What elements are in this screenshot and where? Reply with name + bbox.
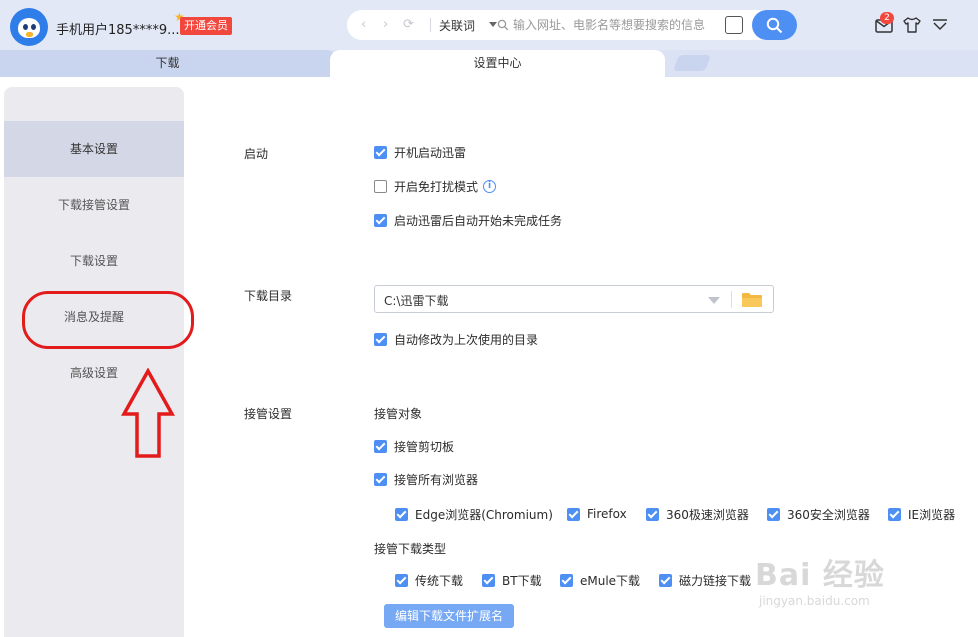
checkbox[interactable] xyxy=(374,145,387,159)
checkbox[interactable] xyxy=(374,439,387,453)
avatar[interactable] xyxy=(10,8,48,46)
divider xyxy=(731,291,732,308)
takeover-types-title: 接管下载类型 xyxy=(374,542,447,556)
tab-download[interactable]: 下载 xyxy=(0,50,335,77)
download-dir-label: 下载目录 xyxy=(244,289,293,303)
search-small-icon xyxy=(497,19,509,31)
checkbox[interactable] xyxy=(567,507,580,521)
forward-icon[interactable]: › xyxy=(383,17,388,32)
checkbox[interactable] xyxy=(888,507,901,521)
browser-option[interactable]: Firefox xyxy=(567,506,627,522)
option-label: 360安全浏览器 xyxy=(787,507,870,522)
startup-label: 启动 xyxy=(244,147,269,161)
takeover-clipboard-option[interactable]: 接管剪切板 xyxy=(374,438,454,454)
option-label: 自动修改为上次使用的目录 xyxy=(394,332,539,347)
download-dir-value: C:\迅雷下载 xyxy=(384,294,449,308)
startup-option[interactable]: 启动迅雷后自动开始未完成任务 xyxy=(374,212,562,228)
sidebar-item-basic[interactable]: 基本设置 xyxy=(4,121,184,177)
title-bar: 手机用户185****9... ★ 开通会员 ‹ › ⟳ 关联词 2 xyxy=(0,0,978,50)
info-icon[interactable]: i xyxy=(483,179,497,193)
option-label: Edge浏览器(Chromium) xyxy=(415,507,553,522)
refresh-icon[interactable]: ⟳ xyxy=(403,17,414,32)
auto-modify-dir-option[interactable]: 自动修改为上次使用的目录 xyxy=(374,331,538,347)
search-icon xyxy=(766,17,783,34)
skin-icon[interactable] xyxy=(902,15,922,35)
search-button[interactable] xyxy=(752,10,797,40)
option-label: BT下载 xyxy=(502,573,542,588)
browser-option[interactable]: IE浏览器 xyxy=(888,506,955,522)
browser-option[interactable]: 360安全浏览器 xyxy=(767,506,870,522)
chevron-down-icon[interactable] xyxy=(489,22,497,27)
browser-option[interactable]: 360极速浏览器 xyxy=(646,506,749,522)
takeover-label: 接管设置 xyxy=(244,407,293,421)
address-bar: ‹ › ⟳ 关联词 xyxy=(347,10,797,40)
chevron-down-icon[interactable] xyxy=(708,297,720,304)
bookmark-icon[interactable] xyxy=(725,16,743,34)
checkbox[interactable] xyxy=(395,573,408,587)
avatar-eye xyxy=(31,24,36,30)
watermark-url: jingyan.baidu.com xyxy=(759,594,870,608)
checkbox[interactable] xyxy=(646,507,659,521)
option-label: 磁力链接下载 xyxy=(679,573,752,588)
option-label: eMule下载 xyxy=(580,573,641,588)
new-tab-button[interactable] xyxy=(673,55,711,71)
avatar-eye xyxy=(23,24,28,30)
message-count-badge: 2 xyxy=(880,12,894,24)
option-label: 接管剪切板 xyxy=(394,439,455,454)
option-label: 360极速浏览器 xyxy=(666,507,749,522)
option-label: 接管所有浏览器 xyxy=(394,472,479,487)
search-mode-dropdown[interactable]: 关联词 xyxy=(439,17,475,34)
startup-option[interactable]: 开启免打扰模式 i xyxy=(374,178,497,194)
startup-option[interactable]: 开机启动迅雷 xyxy=(374,144,466,160)
checkbox[interactable] xyxy=(395,507,408,521)
annotation-highlight xyxy=(22,291,194,349)
takeover-targets-title: 接管对象 xyxy=(374,407,423,421)
sidebar-item-download-takeover[interactable]: 下载接管设置 xyxy=(4,177,184,233)
watermark-brand: Bai 经验 xyxy=(755,558,885,593)
option-label: Firefox xyxy=(587,507,627,521)
browser-option[interactable]: Edge浏览器(Chromium) xyxy=(395,506,553,522)
download-type-option[interactable]: 传统下载 xyxy=(395,572,463,588)
checkbox[interactable] xyxy=(374,472,387,486)
folder-icon[interactable] xyxy=(741,292,763,308)
checkbox[interactable] xyxy=(659,573,672,587)
vip-button[interactable]: 开通会员 xyxy=(180,17,232,35)
takeover-browsers-option[interactable]: 接管所有浏览器 xyxy=(374,471,478,487)
checkbox[interactable] xyxy=(482,573,495,587)
address-input[interactable] xyxy=(513,16,723,34)
download-type-option[interactable]: eMule下载 xyxy=(560,572,640,588)
menu-icon[interactable] xyxy=(930,15,950,35)
download-dir-select[interactable]: C:\迅雷下载 xyxy=(374,285,774,313)
tab-settings[interactable]: 设置中心 xyxy=(330,50,665,77)
divider xyxy=(430,18,431,32)
checkbox[interactable] xyxy=(767,507,780,521)
option-label: 开机启动迅雷 xyxy=(394,145,467,160)
username[interactable]: 手机用户185****9... xyxy=(56,19,179,38)
back-icon[interactable]: ‹ xyxy=(361,17,366,32)
watermark: Bai 经验 jingyan.baidu.com xyxy=(755,550,885,608)
download-type-option[interactable]: BT下载 xyxy=(482,572,542,588)
edit-extensions-button[interactable]: 编辑下载文件扩展名 xyxy=(384,604,515,628)
option-label: 启动迅雷后自动开始未完成任务 xyxy=(394,213,563,228)
checkbox[interactable] xyxy=(560,573,573,587)
avatar-beak xyxy=(26,32,33,37)
sidebar-item-download[interactable]: 下载设置 xyxy=(4,233,184,289)
checkbox[interactable] xyxy=(374,179,387,193)
option-label: 传统下载 xyxy=(415,573,464,588)
download-type-option[interactable]: 磁力链接下载 xyxy=(659,572,751,588)
tab-bar: 下载 设置中心 xyxy=(0,50,978,77)
settings-sidebar: 基本设置 下载接管设置 下载设置 消息及提醒 高级设置 xyxy=(4,87,184,637)
option-label: 开启免打扰模式 xyxy=(394,179,479,194)
annotation-up-arrow-icon xyxy=(121,368,175,458)
checkbox[interactable] xyxy=(374,332,387,346)
option-label: IE浏览器 xyxy=(908,507,956,522)
checkbox[interactable] xyxy=(374,213,387,227)
